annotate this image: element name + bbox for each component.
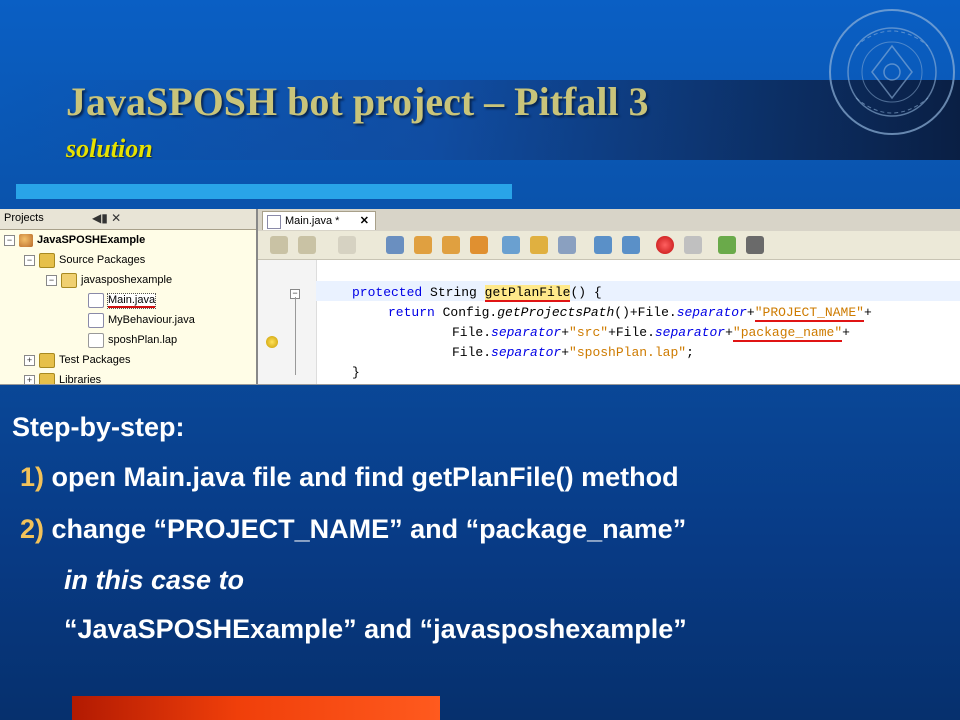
code-line-3: File.separator+"src"+File.separator+"pac… bbox=[452, 325, 850, 342]
folder-icon bbox=[39, 372, 55, 384]
tree-node-libraries[interactable]: + Libraries bbox=[24, 371, 102, 385]
step-number: 1) bbox=[20, 462, 45, 492]
collapse-icon[interactable]: − bbox=[46, 274, 57, 286]
toggle-highlight-icon[interactable] bbox=[470, 236, 488, 254]
uncomment-icon[interactable] bbox=[746, 236, 764, 254]
tree-node-mybehaviour[interactable]: MyBehaviour.java bbox=[88, 311, 195, 329]
expand-icon[interactable]: + bbox=[24, 374, 35, 384]
fold-guide bbox=[295, 297, 296, 375]
projects-panel: Projects ◀▮ ✕ − JavaSPOSHExample − Source … bbox=[0, 209, 258, 384]
code-line-2: return Config.getProjectsPath()+File.sep… bbox=[388, 305, 872, 322]
package-icon bbox=[61, 272, 77, 288]
find-icon[interactable] bbox=[386, 236, 404, 254]
folder-icon bbox=[39, 352, 55, 368]
ide-screenshot: Projects ◀▮ ✕ − JavaSPOSHExample − Source … bbox=[0, 209, 960, 385]
expand-icon[interactable]: + bbox=[24, 354, 35, 366]
java-file-icon bbox=[267, 215, 281, 229]
file-icon bbox=[88, 332, 104, 348]
method-name: getPlanFile bbox=[484, 285, 571, 302]
tree-label: JavaSPOSHExample bbox=[37, 234, 146, 246]
package-name-string: "package_name" bbox=[732, 325, 843, 342]
find-next-icon[interactable] bbox=[442, 236, 460, 254]
editor-toolbar bbox=[258, 231, 960, 260]
record-macro-icon[interactable] bbox=[656, 236, 674, 254]
steps-heading: Step-by-step: bbox=[12, 412, 185, 442]
step-final-values: “JavaSPOSHExample” and “javasposhexample… bbox=[64, 614, 687, 644]
shift-right-icon[interactable] bbox=[622, 236, 640, 254]
tree-label: MyBehaviour.java bbox=[108, 314, 195, 326]
project-icon bbox=[19, 233, 33, 247]
tree-node-package[interactable]: − javasposhexample bbox=[46, 271, 172, 289]
projects-tab[interactable]: Projects ◀▮ ✕ bbox=[0, 209, 256, 230]
step-note: in this case to bbox=[64, 565, 245, 595]
tree-label: Source Packages bbox=[59, 254, 146, 266]
previous-bookmark-icon[interactable] bbox=[502, 236, 520, 254]
tree-node-sposhplan[interactable]: sposhPlan.lap bbox=[88, 331, 177, 349]
code-line-4: File.separator+"sposhPlan.lap"; bbox=[452, 345, 694, 360]
editor-tab-main-java[interactable]: Main.java * ✕ bbox=[262, 211, 376, 230]
step-text: open Main.java file and find getPlanFile… bbox=[44, 462, 679, 492]
shift-left-icon[interactable] bbox=[594, 236, 612, 254]
university-seal-icon bbox=[829, 9, 955, 135]
projects-tab-controls[interactable]: ◀▮ ✕ bbox=[92, 211, 121, 225]
stop-macro-icon[interactable] bbox=[684, 236, 702, 254]
history-icon[interactable] bbox=[298, 236, 316, 254]
project-name-string: "PROJECT_NAME" bbox=[754, 305, 864, 322]
slide-title: JavaSPOSH bot project – Pitfall 3 bbox=[66, 79, 649, 124]
tree-node-test-packages[interactable]: + Test Packages bbox=[24, 351, 131, 369]
collapse-icon[interactable]: − bbox=[4, 234, 15, 246]
tree-label: javasposhexample bbox=[81, 274, 173, 286]
editor-tab-label: Main.java * bbox=[285, 215, 340, 227]
close-icon[interactable]: ✕ bbox=[360, 212, 369, 230]
tree-label: Test Packages bbox=[59, 354, 131, 366]
step-number: 2) bbox=[20, 514, 45, 544]
lightbulb-icon[interactable] bbox=[266, 336, 278, 348]
code-line-5: } bbox=[352, 365, 360, 380]
collapse-icon[interactable]: − bbox=[24, 254, 35, 266]
java-file-icon bbox=[88, 312, 104, 328]
editor-tab-strip: Main.java * ✕ bbox=[258, 209, 960, 232]
tree-node-project[interactable]: − JavaSPOSHExample bbox=[4, 231, 145, 249]
tree-label-selected: Main.java bbox=[106, 293, 157, 309]
step-2: 2) change “PROJECT_NAME” and “package_na… bbox=[20, 514, 686, 545]
bottom-accent-bar bbox=[72, 696, 440, 720]
projects-tab-label: Projects bbox=[4, 212, 44, 224]
disabled-icon bbox=[338, 236, 356, 254]
step-text: change “PROJECT_NAME” and “package_name” bbox=[44, 514, 687, 544]
back-icon[interactable] bbox=[270, 236, 288, 254]
editor-gutter: − bbox=[258, 260, 317, 384]
accent-bar bbox=[16, 184, 512, 199]
next-bookmark-icon[interactable] bbox=[530, 236, 548, 254]
java-file-icon bbox=[88, 292, 104, 308]
tree-node-source-packages[interactable]: − Source Packages bbox=[24, 251, 145, 269]
tree-label: sposhPlan.lap bbox=[108, 334, 178, 346]
code-line-1: protected String getPlanFile() { bbox=[352, 285, 602, 302]
comment-icon[interactable] bbox=[718, 236, 736, 254]
step-1: 1) open Main.java file and find getPlanF… bbox=[20, 462, 679, 493]
folder-icon bbox=[39, 252, 55, 268]
find-previous-icon[interactable] bbox=[414, 236, 432, 254]
tree-node-main-java[interactable]: Main.java bbox=[88, 291, 157, 309]
slide-subtitle: solution bbox=[66, 134, 153, 163]
tree-label: Libraries bbox=[59, 374, 102, 385]
toggle-bookmark-icon[interactable] bbox=[558, 236, 576, 254]
code-editor: Main.java * ✕ − protected String getPlan… bbox=[258, 209, 960, 384]
